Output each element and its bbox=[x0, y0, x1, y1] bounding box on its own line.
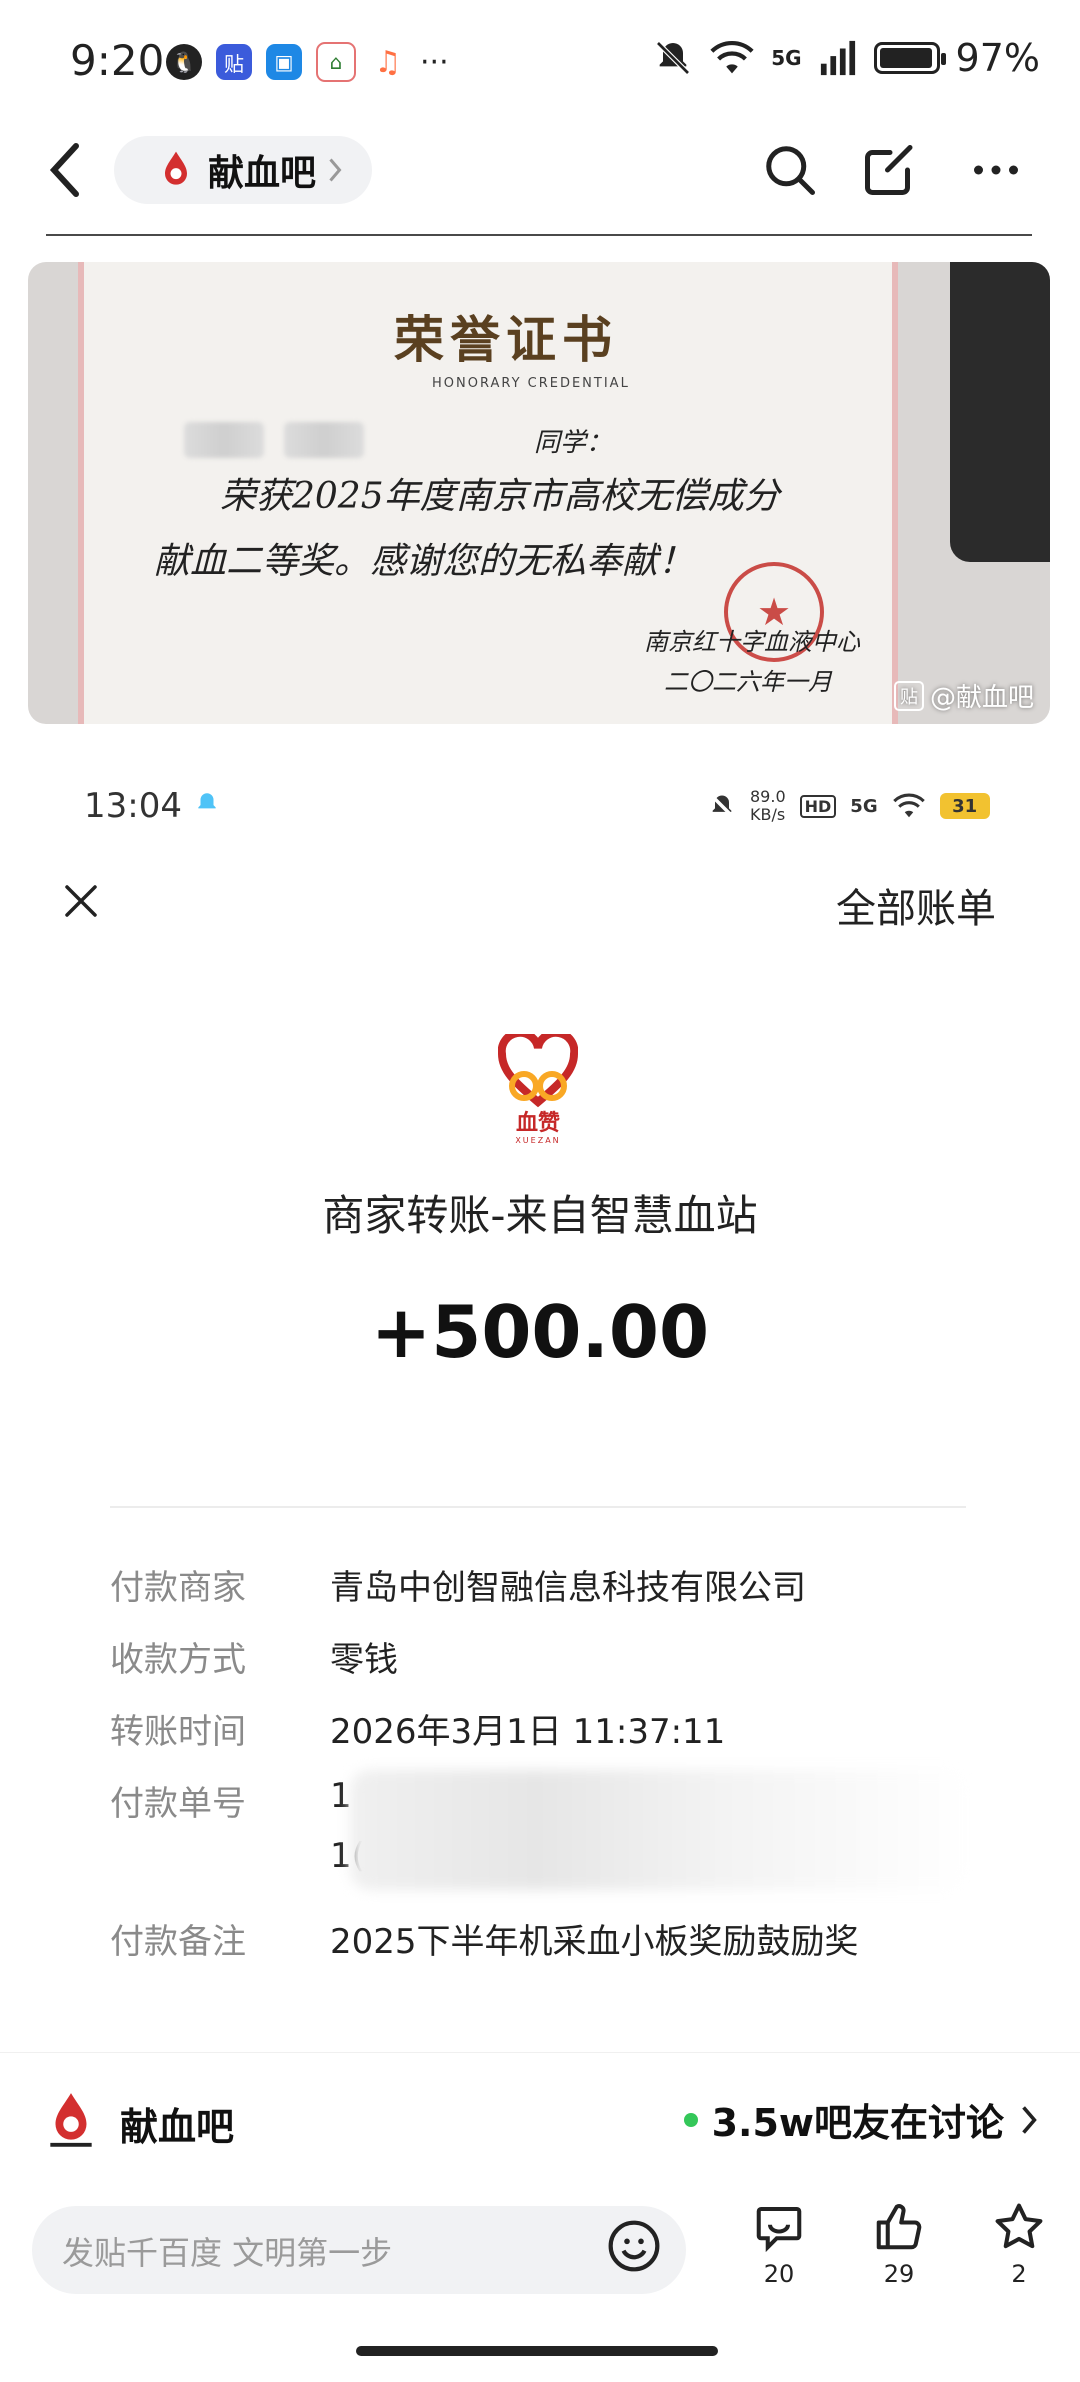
speed-value: 89.0 bbox=[750, 787, 786, 806]
heart-logo-icon bbox=[497, 1028, 579, 1108]
emoji-icon[interactable] bbox=[606, 2218, 662, 2274]
star-count: 2 bbox=[1011, 2260, 1027, 2288]
row-label: 转账时间 bbox=[110, 1712, 246, 1752]
row-label: 付款单号 bbox=[110, 1784, 246, 1824]
back-chevron-icon[interactable] bbox=[46, 140, 86, 200]
edit-icon[interactable] bbox=[860, 140, 920, 200]
inner-status-time: 13:04 bbox=[84, 786, 182, 826]
discussing-text: 3.5w吧友在讨论 bbox=[711, 2101, 1004, 2145]
all-bills-link[interactable]: 全部账单 bbox=[836, 876, 996, 934]
like-count: 29 bbox=[883, 2260, 915, 2288]
certificate: 荣誉证书 HONORARY CREDENTIAL 同学： 荣获2025年度南京市… bbox=[78, 262, 898, 724]
certificate-photo[interactable]: 荣誉证书 HONORARY CREDENTIAL 同学： 荣获2025年度南京市… bbox=[28, 262, 1050, 724]
more-icon[interactable] bbox=[966, 140, 1026, 200]
thumbs-up-icon bbox=[876, 2204, 922, 2250]
forum-logo-icon bbox=[165, 151, 187, 185]
forum-strip-name[interactable]: 献血吧 bbox=[120, 2096, 234, 2151]
logo-sub: XUEZAN bbox=[515, 1136, 561, 1145]
hd-badge: HD bbox=[799, 794, 837, 818]
close-icon[interactable] bbox=[60, 880, 102, 922]
speed-unit: KB/s bbox=[750, 805, 786, 824]
row-value: 零钱 bbox=[330, 1640, 398, 1680]
forum-name: 献血吧 bbox=[208, 153, 317, 194]
row-label: 付款备注 bbox=[110, 1922, 246, 1962]
bell-icon bbox=[198, 793, 216, 809]
signal-icon bbox=[820, 40, 855, 76]
cert-date: 二〇二六年一月 bbox=[664, 668, 832, 696]
star-icon bbox=[995, 2203, 1043, 2249]
amount: +500.00 bbox=[370, 1290, 710, 1374]
chevron-right-icon bbox=[329, 158, 342, 182]
inner-status-right: 89.0 KB/s HD 5G 31 bbox=[708, 788, 990, 824]
chevron-right-icon bbox=[1022, 2105, 1037, 2134]
more-notifications: ··· bbox=[420, 44, 449, 80]
comment-button[interactable]: 20 bbox=[734, 2200, 824, 2288]
battery-icon bbox=[873, 42, 946, 74]
status-app-icons: 🐧 贴 ▣ ⌂ ♫ ··· bbox=[166, 42, 449, 82]
order-number-line-1: 1 bbox=[330, 1776, 352, 1816]
network-type: 5G bbox=[771, 46, 802, 70]
redaction-blur bbox=[350, 1770, 970, 1890]
cert-line-1: 荣获2025年度南京市高校无偿成分 bbox=[220, 476, 780, 517]
cert-subtitle: HONORARY CREDENTIAL bbox=[432, 376, 630, 391]
row-label: 收款方式 bbox=[110, 1640, 246, 1680]
mute-bell-icon bbox=[710, 794, 734, 818]
cert-line-2: 献血二等奖。感谢您的无私奉献！ bbox=[154, 541, 695, 582]
comment-count: 20 bbox=[763, 2260, 795, 2288]
wifi-icon bbox=[710, 40, 754, 74]
search-icon[interactable] bbox=[760, 140, 820, 200]
cert-title: 荣誉证书 bbox=[394, 310, 618, 369]
row-value: 2026年3月1日 11:37:11 bbox=[330, 1712, 726, 1752]
inner-wifi-icon bbox=[892, 793, 925, 818]
like-button[interactable]: 29 bbox=[854, 2200, 944, 2288]
cert-greeting: 同学： bbox=[534, 428, 613, 458]
cert-issuer: 南京红十字血液中心 bbox=[644, 628, 860, 656]
redacted-name bbox=[284, 422, 364, 458]
forum-chip[interactable]: 献血吧 bbox=[114, 136, 372, 204]
home-app-icon: ⌂ bbox=[316, 42, 356, 82]
comment-icon bbox=[756, 2206, 802, 2253]
battery-percent: 97% bbox=[955, 36, 1040, 80]
discussing-link[interactable]: 3.5w吧友在讨论 bbox=[683, 2092, 1040, 2147]
store-icon: ▣ bbox=[266, 44, 302, 80]
row-label: 付款商家 bbox=[110, 1568, 246, 1608]
bill-divider bbox=[110, 1506, 966, 1508]
qq-icon: 🐧 bbox=[166, 44, 202, 80]
xuezan-logo: 血赞 XUEZAN bbox=[497, 1028, 579, 1145]
row-value: 青岛中创智融信息科技有限公司 bbox=[330, 1568, 806, 1608]
nav-divider bbox=[46, 234, 1032, 236]
mute-bell-icon bbox=[656, 41, 690, 75]
watermark: 贴 @献血吧 bbox=[893, 677, 1034, 714]
online-dot bbox=[683, 2112, 698, 2127]
inner-battery: 31 bbox=[939, 793, 990, 819]
tieba-icon: 贴 bbox=[216, 44, 252, 80]
redacted-name bbox=[184, 422, 264, 458]
forum-logo-icon bbox=[50, 2093, 92, 2147]
status-right: 5G 97% bbox=[653, 36, 1040, 80]
logo-text: 血赞 bbox=[515, 1111, 560, 1136]
merchant-title: 商家转账-来自智慧血站 bbox=[322, 1191, 758, 1240]
compose-placeholder: 发贴千百度 文明第一步 bbox=[62, 2234, 393, 2272]
home-indicator[interactable] bbox=[356, 2346, 718, 2356]
status-time: 9:20 bbox=[70, 36, 165, 85]
tieba-watermark-icon: 贴 bbox=[893, 680, 924, 711]
favorite-button[interactable]: 2 bbox=[974, 2200, 1064, 2288]
watermark-text: @献血吧 bbox=[929, 683, 1034, 713]
inner-network: 5G bbox=[850, 795, 878, 817]
music-icon: ♫ bbox=[374, 44, 402, 80]
row-value: 2025下半年机采血小板奖励鼓励奖 bbox=[330, 1922, 859, 1962]
